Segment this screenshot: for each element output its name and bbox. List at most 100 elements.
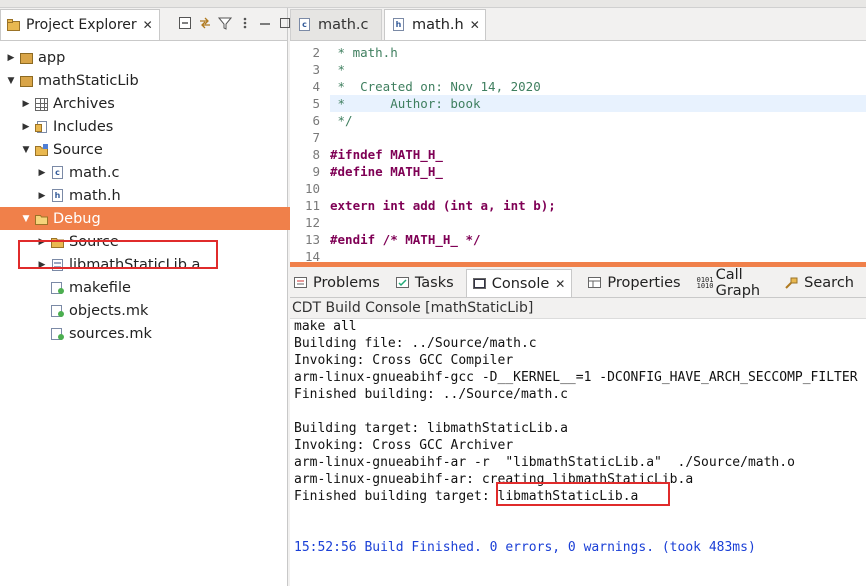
h-file-icon: h bbox=[50, 188, 66, 203]
tab-label: math.c bbox=[318, 17, 369, 33]
line-number: 5 bbox=[312, 96, 320, 111]
expand-arrow-icon[interactable]: ▶ bbox=[36, 167, 48, 179]
top-toolbar-strip bbox=[0, 0, 866, 8]
tree-item-objects-mk[interactable]: objects.mk bbox=[0, 299, 336, 322]
bottom-tabbar: Problems Tasks Console ✕ Properties 0101… bbox=[290, 267, 866, 299]
console-panel: Problems Tasks Console ✕ Properties 0101… bbox=[290, 267, 866, 586]
line-number: 7 bbox=[312, 130, 320, 145]
console-line: Building target: libmathStaticLib.a bbox=[294, 421, 568, 436]
tree-item-label: mathStaticLib bbox=[38, 72, 139, 89]
code-line: extern int add (int a, int b); bbox=[330, 198, 556, 213]
highlight-box-console bbox=[496, 482, 670, 506]
tab-project-explorer[interactable]: Project Explorer ✕ bbox=[0, 9, 160, 40]
tab-problems[interactable]: Problems bbox=[290, 269, 380, 297]
close-icon[interactable]: ✕ bbox=[555, 277, 565, 291]
collapse-all-icon[interactable] bbox=[178, 16, 192, 30]
tab-search[interactable]: Search bbox=[781, 269, 854, 297]
line-number: 4 bbox=[312, 79, 320, 94]
project-explorer-title: Project Explorer bbox=[26, 17, 137, 33]
line-number: 6 bbox=[312, 113, 320, 128]
console-line: Invoking: Cross GCC Archiver bbox=[294, 438, 514, 453]
tab-label: Call Graph bbox=[715, 267, 761, 299]
tree-item-mathstaticlib[interactable]: ▼ mathStaticLib bbox=[0, 69, 291, 92]
search-icon bbox=[785, 277, 799, 289]
editor-panel: c math.c h math.h ✕ 2 3 4 5 6 7 8 9 10 1… bbox=[290, 8, 866, 266]
collapse-arrow-icon[interactable]: ▼ bbox=[20, 144, 32, 156]
tree-item-includes[interactable]: ▶ Includes bbox=[0, 115, 306, 138]
tab-properties[interactable]: Properties bbox=[584, 269, 681, 297]
tab-math-c[interactable]: c math.c bbox=[290, 9, 382, 40]
source-folder-icon bbox=[34, 143, 50, 157]
expand-arrow-icon[interactable]: ▶ bbox=[20, 121, 32, 133]
tree-item-label: Source bbox=[53, 141, 103, 158]
explorer-tabbar: Project Explorer ✕ bbox=[0, 8, 290, 41]
console-icon bbox=[472, 277, 487, 290]
tree-item-math-c[interactable]: ▶ c math.c bbox=[0, 161, 322, 184]
close-icon[interactable]: ✕ bbox=[143, 18, 153, 32]
expand-arrow-icon[interactable]: ▶ bbox=[36, 190, 48, 202]
tab-label: math.h bbox=[412, 17, 464, 33]
tree-item-app[interactable]: ▶ app bbox=[0, 46, 291, 69]
console-output[interactable]: make all Building file: ../Source/math.c… bbox=[290, 318, 866, 586]
code-line: */ bbox=[330, 113, 353, 128]
collapse-arrow-icon[interactable]: ▼ bbox=[20, 213, 32, 225]
expand-arrow-icon[interactable]: ▶ bbox=[5, 52, 17, 64]
code-line: #define MATH_H_ bbox=[330, 164, 443, 179]
console-line: arm-linux-gnueabihf-ar -r "libmathStatic… bbox=[294, 455, 795, 470]
tree-item-makefile[interactable]: makefile bbox=[0, 276, 336, 299]
collapse-arrow-icon[interactable]: ▼ bbox=[5, 75, 17, 87]
tree-item-source[interactable]: ▼ Source bbox=[0, 138, 306, 161]
close-icon[interactable]: ✕ bbox=[470, 18, 480, 32]
line-number: 12 bbox=[304, 215, 320, 230]
expand-arrow-icon[interactable]: ▶ bbox=[20, 98, 32, 110]
tree-item-label: Debug bbox=[53, 210, 101, 227]
tree-item-archives[interactable]: ▶ Archives bbox=[0, 92, 306, 115]
tab-call-graph[interactable]: 0101 1010 Call Graph bbox=[693, 267, 770, 299]
view-menu-icon[interactable] bbox=[238, 16, 252, 30]
tab-label: Console bbox=[491, 275, 550, 292]
console-line: make all bbox=[294, 319, 357, 334]
make-file-icon bbox=[50, 327, 66, 341]
make-file-icon bbox=[50, 304, 66, 318]
minimize-icon[interactable] bbox=[258, 16, 272, 30]
line-number: 13 bbox=[304, 232, 320, 247]
tab-label: Search bbox=[804, 275, 854, 291]
tab-label: Tasks bbox=[414, 275, 454, 291]
tab-math-h[interactable]: h math.h ✕ bbox=[384, 9, 486, 40]
line-number: 8 bbox=[312, 147, 320, 162]
line-number: 11 bbox=[304, 198, 320, 213]
tree-item-debug[interactable]: ▼ Debug bbox=[0, 207, 306, 230]
tab-console[interactable]: Console ✕ bbox=[465, 269, 573, 297]
line-number: 10 bbox=[304, 181, 320, 196]
project-explorer-panel: Project Explorer ✕ ▶ app ▼ mathStaticLib… bbox=[0, 8, 306, 586]
console-line: Invoking: Cross GCC Compiler bbox=[294, 353, 514, 368]
line-number: 2 bbox=[312, 45, 320, 60]
c-file-icon: c bbox=[50, 165, 66, 180]
line-number: 3 bbox=[312, 62, 320, 77]
filter-icon[interactable] bbox=[217, 16, 233, 30]
console-line: Finished building: ../Source/math.c bbox=[294, 387, 568, 402]
code-line: * bbox=[330, 62, 346, 77]
tree-item-label: sources.mk bbox=[69, 325, 152, 342]
tree-item-math-h[interactable]: ▶ h math.h bbox=[0, 184, 322, 207]
tree-item-label: math.h bbox=[69, 187, 121, 204]
explorer-toolbar bbox=[178, 16, 292, 30]
code-line: #ifndef MATH_H_ bbox=[330, 147, 443, 162]
code-editor[interactable]: * math.h * * Created on: Nov 14, 2020 * … bbox=[330, 41, 866, 266]
code-line: #endif /* MATH_H_ */ bbox=[330, 232, 481, 247]
project-folder-icon bbox=[19, 74, 35, 88]
sash-divider[interactable] bbox=[290, 262, 866, 267]
tree-item-label: app bbox=[38, 49, 66, 66]
tree-item-label: math.c bbox=[69, 164, 120, 181]
c-file-icon: c bbox=[299, 18, 315, 32]
project-explorer-icon bbox=[7, 19, 21, 31]
project-folder-icon bbox=[19, 51, 35, 65]
tree-item-label: Includes bbox=[53, 118, 114, 135]
tab-tasks[interactable]: Tasks bbox=[392, 269, 454, 297]
highlight-box-tree bbox=[18, 240, 218, 269]
console-line: Building file: ../Source/math.c bbox=[294, 336, 537, 351]
tree-item-sources-mk[interactable]: sources.mk bbox=[0, 322, 336, 345]
link-with-editor-icon[interactable] bbox=[198, 16, 212, 30]
